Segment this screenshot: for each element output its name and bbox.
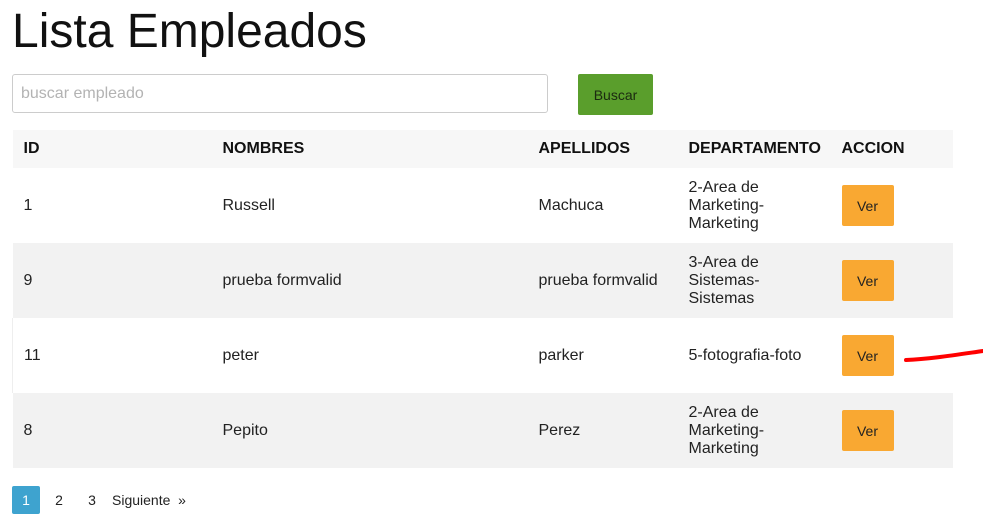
cell-apellidos: parker — [527, 318, 678, 393]
departamento-text: 2-Area de Marketing-Marketing — [688, 403, 765, 457]
column-header-nombres: NOMBRES — [211, 130, 528, 168]
cell-departamento: 5-fotografia-foto — [677, 318, 831, 393]
next-page-link[interactable]: Siguiente » — [111, 486, 186, 514]
page-1-link[interactable]: 1 — [12, 486, 40, 514]
cell-apellidos: prueba formvalid — [527, 243, 678, 318]
cell-nombres: peter — [211, 318, 528, 393]
cell-accion: Ver — [830, 393, 953, 468]
cell-id: 9 — [12, 243, 212, 318]
cell-departamento: 2-Area de Marketing-Marketing — [677, 168, 831, 243]
cell-departamento: 3-Area de Sistemas-Sistemas — [677, 243, 831, 318]
ver-button[interactable]: Ver — [841, 260, 894, 301]
column-header-accion: ACCION — [830, 130, 953, 168]
ver-button[interactable]: Ver — [841, 335, 894, 376]
cell-id: 11 — [12, 318, 212, 393]
ver-button[interactable]: Ver — [841, 410, 894, 451]
red-underline-annotation — [904, 349, 983, 362]
pagination: 1 2 3 Siguiente » — [12, 486, 186, 514]
column-header-id: ID — [12, 130, 212, 168]
page-3-link[interactable]: 3 — [78, 486, 106, 514]
column-header-departamento: DEPARTAMENTO — [677, 130, 831, 168]
search-input[interactable] — [12, 74, 548, 113]
cell-accion: Ver — [830, 243, 953, 318]
page-title: Lista Empleados — [12, 5, 367, 58]
cell-nombres: prueba formvalid — [211, 243, 528, 318]
employees-table: ID NOMBRES APELLIDOS DEPARTAMENTO ACCION… — [12, 130, 953, 468]
cell-accion: Ver — [830, 168, 953, 243]
table-row: 11 peter parker 5-fotografia-foto Ver — [12, 318, 953, 393]
table-row: 1 Russell Machuca 2-Area de Marketing-Ma… — [12, 168, 953, 243]
departamento-text: 5-fotografia-foto — [688, 346, 802, 364]
page-2-link[interactable]: 2 — [45, 486, 73, 514]
cell-apellidos: Perez — [527, 393, 678, 468]
departamento-text: 2-Area de Marketing-Marketing — [688, 178, 765, 232]
cell-departamento: 2-Area de Marketing-Marketing — [677, 393, 831, 468]
cell-id: 8 — [12, 393, 212, 468]
table-row: 8 Pepito Perez 2-Area de Marketing-Marke… — [12, 393, 953, 468]
ver-button[interactable]: Ver — [841, 185, 894, 226]
table-row: 9 prueba formvalid prueba formvalid 3-Ar… — [12, 243, 953, 318]
cell-nombres: Pepito — [211, 393, 528, 468]
departamento-text: 3-Area de Sistemas-Sistemas — [688, 253, 760, 307]
cell-id: 1 — [12, 168, 212, 243]
cell-apellidos: Machuca — [527, 168, 678, 243]
table-header-row: ID NOMBRES APELLIDOS DEPARTAMENTO ACCION — [12, 130, 953, 168]
cell-nombres: Russell — [211, 168, 528, 243]
search-button[interactable]: Buscar — [578, 74, 653, 115]
column-header-apellidos: APELLIDOS — [527, 130, 678, 168]
